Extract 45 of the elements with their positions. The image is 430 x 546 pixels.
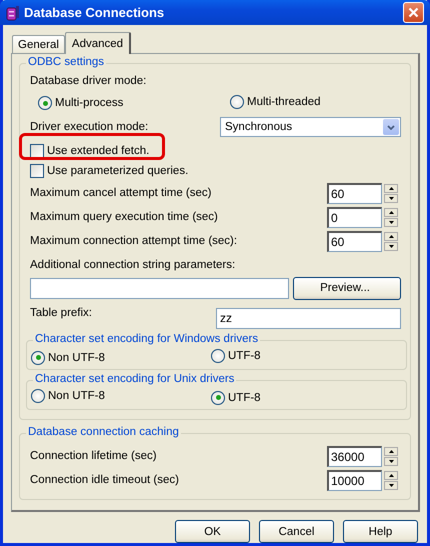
field-label: Maximum query execution time (sec) <box>30 211 219 223</box>
field-label: Maximum connection attempt time (sec): <box>30 235 238 247</box>
tab[interactable]: General <box>12 35 65 53</box>
number-field[interactable]: 60 <box>327 182 382 204</box>
spin-buttons[interactable] <box>384 208 398 226</box>
input-field[interactable] <box>30 278 290 298</box>
chevron-down-icon <box>387 124 395 130</box>
field-label: Driver execution mode: <box>30 121 150 133</box>
spin-buttons[interactable] <box>384 446 398 466</box>
number-field[interactable]: 36000 <box>327 446 382 466</box>
radio-button[interactable]: UTF-8 <box>211 349 261 363</box>
field-label: Connection lifetime (sec) <box>30 450 158 462</box>
window-title: Database Connections <box>24 5 166 20</box>
radio-button[interactable]: Non UTF-8 <box>31 350 105 364</box>
dropdown[interactable]: Synchronous <box>220 117 401 137</box>
group-title: Character set encoding for Unix drivers <box>35 373 234 385</box>
dialog-button[interactable]: OK <box>175 520 250 543</box>
field-label: Additional connection string parameters: <box>30 259 236 273</box>
preview-button[interactable]: Preview... <box>293 276 401 300</box>
spin-buttons[interactable] <box>384 232 398 250</box>
radio-button[interactable]: Multi-threaded <box>230 94 321 108</box>
tab[interactable]: Advanced <box>64 32 132 54</box>
checkbox[interactable]: Use parameterized queries. <box>30 164 188 178</box>
number-field[interactable]: 10000 <box>327 470 382 490</box>
spin-buttons[interactable] <box>384 184 398 202</box>
number-field[interactable]: 60 <box>327 230 382 252</box>
field-label: Database driver mode: <box>30 75 148 89</box>
radio-button[interactable]: UTF-8 <box>211 390 261 404</box>
database-icon <box>6 4 20 20</box>
input-field[interactable]: zz <box>216 308 401 328</box>
radio-button[interactable]: Multi-process <box>38 96 124 110</box>
close-button[interactable] <box>403 2 424 23</box>
spin-buttons[interactable] <box>384 470 398 490</box>
field-label: Table prefix: <box>30 306 94 319</box>
close-icon <box>408 7 419 18</box>
checkbox[interactable]: Use extended fetch. <box>30 144 150 158</box>
field-label: Maximum cancel attempt time (sec) <box>30 187 212 199</box>
group-title: ODBC settings <box>28 56 104 68</box>
radio-button[interactable]: Non UTF-8 <box>31 389 105 403</box>
field-label: Connection idle timeout (sec) <box>30 474 180 486</box>
group-title: Database connection caching <box>28 426 179 438</box>
dialog-button[interactable]: Help <box>343 520 418 543</box>
dialog-button[interactable]: Cancel <box>259 520 334 543</box>
number-field[interactable]: 0 <box>327 206 382 228</box>
group-title: Character set encoding for Windows drivers <box>35 333 258 345</box>
